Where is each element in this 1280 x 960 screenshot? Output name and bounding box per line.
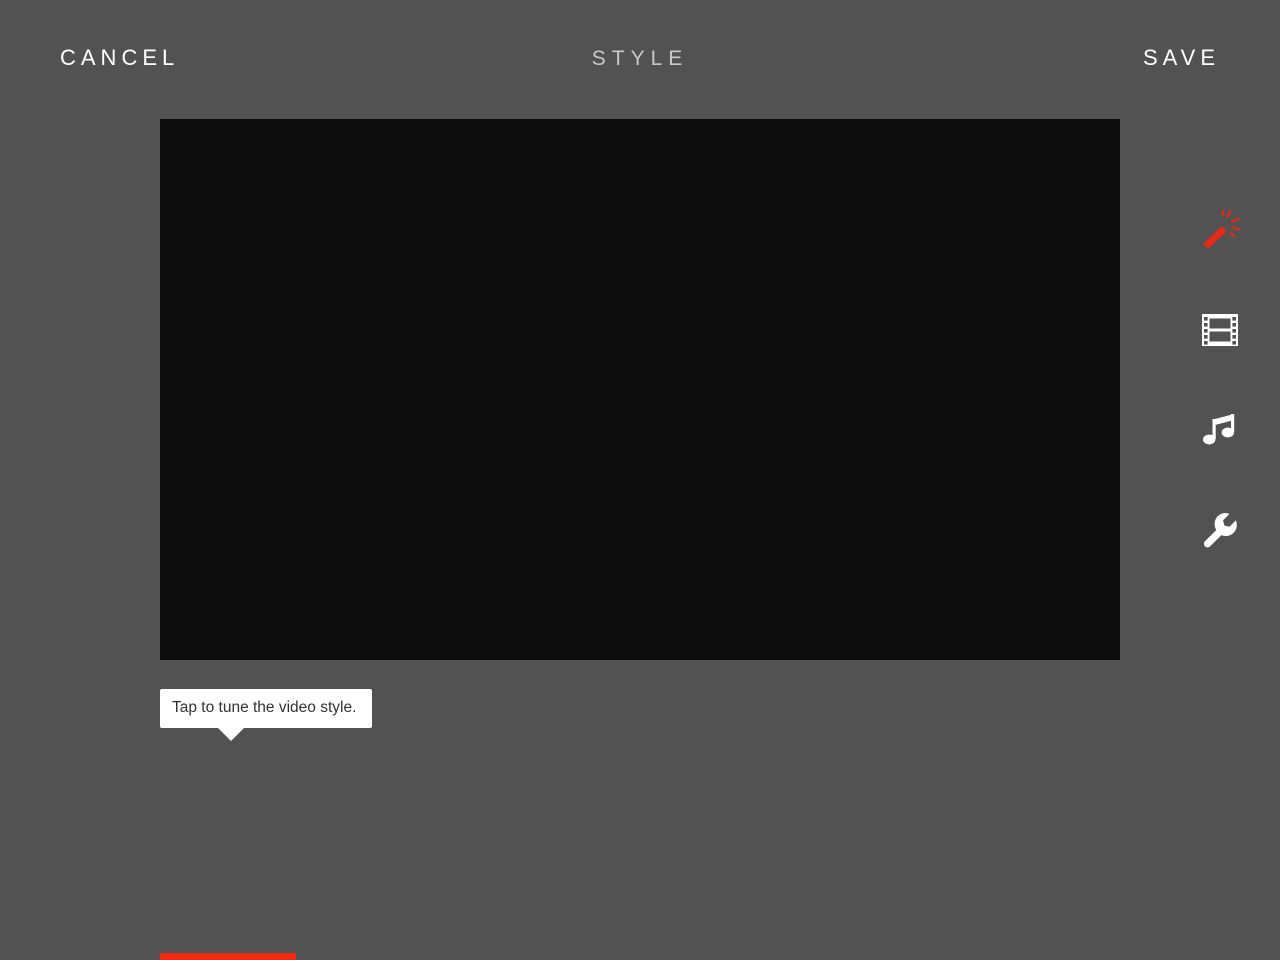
- rail-item-style[interactable]: [1160, 180, 1280, 280]
- rail-item-clips[interactable]: [1160, 280, 1280, 380]
- tool-rail: [1160, 180, 1280, 580]
- tooltip-tune-style: Tap to tune the video style.: [160, 689, 373, 741]
- style-editor-screen: CANCEL STYLE SAVE Tap to tune the video …: [0, 0, 1280, 960]
- wrench-icon: [1201, 511, 1239, 549]
- magic-wand-icon: [1200, 210, 1240, 250]
- page-title: STYLE: [591, 47, 689, 70]
- selected-style-indicator: [160, 953, 296, 960]
- top-bar: CANCEL STYLE SAVE: [0, 0, 1280, 120]
- video-preview[interactable]: [160, 119, 1120, 660]
- save-button[interactable]: SAVE: [1143, 45, 1220, 71]
- style-strip[interactable]: Grammy EPIC: [0, 730, 1280, 930]
- rail-item-settings[interactable]: [1160, 480, 1280, 580]
- film-strip-icon: [1201, 313, 1239, 347]
- music-note-icon: [1201, 411, 1239, 449]
- rail-item-music[interactable]: [1160, 380, 1280, 480]
